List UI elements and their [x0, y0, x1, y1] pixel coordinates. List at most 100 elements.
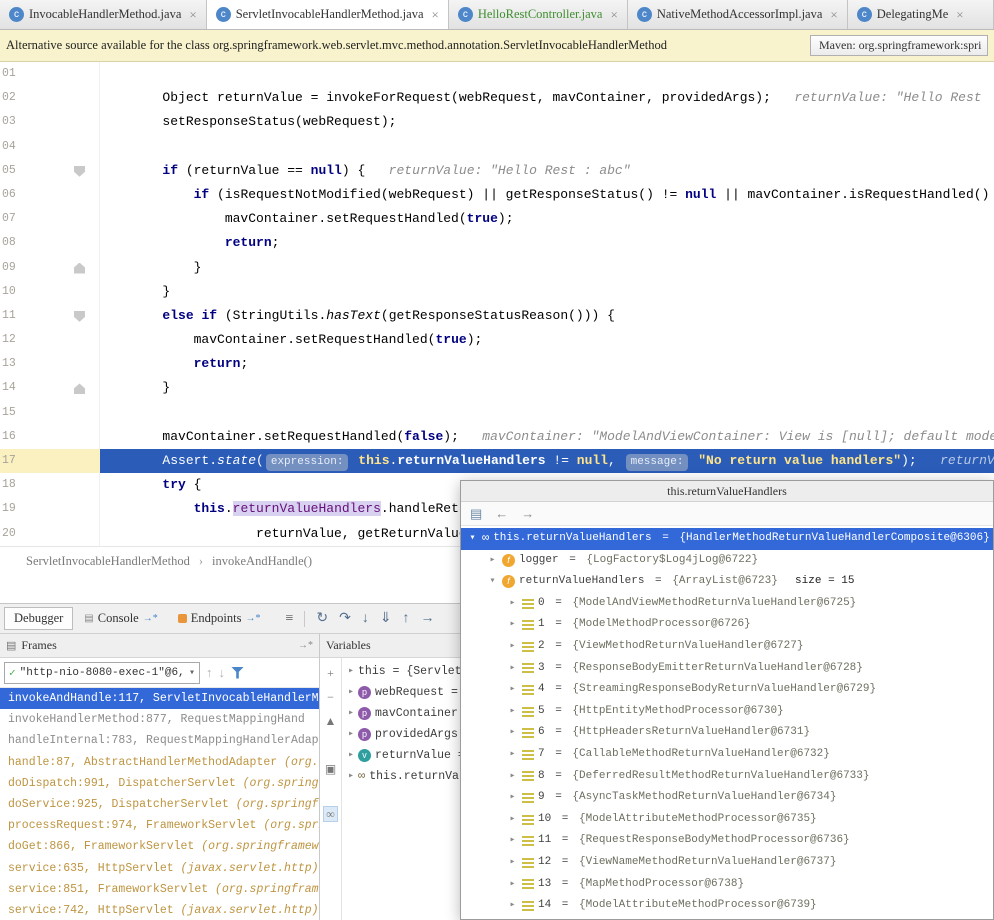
variable-node-row[interactable]: ▾freturnValueHandlers = {ArrayList@6723}…: [461, 571, 993, 593]
code-token[interactable]: if: [162, 163, 178, 178]
code-token[interactable]: [100, 308, 162, 323]
variable-node-row[interactable]: ▸6 = {HttpHeadersReturnValueHandler@6731…: [461, 722, 993, 744]
chevron-right-icon[interactable]: ▸: [348, 745, 354, 766]
chevron-right-icon[interactable]: ▸: [348, 661, 354, 682]
banner-source-select[interactable]: Maven: org.springframework:spri: [810, 35, 988, 56]
tab-close-icon[interactable]: ×: [610, 7, 617, 23]
chevron-right-icon[interactable]: ▸: [348, 724, 354, 745]
variable-node-row[interactable]: ▸0 = {ModelAndViewMethodReturnValueHandl…: [461, 593, 993, 615]
variable-node-row[interactable]: ▸7 = {CallableMethodReturnValueHandler@6…: [461, 744, 993, 766]
add-watch-icon[interactable]: +: [327, 666, 334, 681]
force-step-into-icon[interactable]: ⇓: [380, 610, 392, 627]
code-token[interactable]: try: [162, 477, 185, 492]
code-token[interactable]: true: [467, 211, 498, 226]
chevron-right-icon[interactable]: ▸: [507, 614, 518, 636]
code-token[interactable]: !=: [546, 453, 577, 468]
variable-node-row[interactable]: ▸4 = {StreamingResponseBodyReturnValueHa…: [461, 679, 993, 701]
tab-close-icon[interactable]: ×: [189, 7, 196, 23]
editor-gutter[interactable]: 16: [0, 425, 100, 449]
code-token[interactable]: }: [100, 284, 170, 299]
variable-node-row[interactable]: ▸12 = {ViewNameMethodReturnValueHandler@…: [461, 852, 993, 874]
code-content[interactable]: }: [100, 376, 994, 400]
frame-row[interactable]: doGet:866, FrameworkServlet (org.springf…: [0, 836, 319, 857]
code-content[interactable]: Assert.state(expression: this.returnValu…: [100, 449, 994, 473]
editor-gutter[interactable]: 07: [0, 207, 100, 231]
code-token[interactable]: null: [311, 163, 342, 178]
move-up-icon[interactable]: ↑: [206, 665, 213, 681]
chevron-right-icon[interactable]: ▸: [507, 722, 518, 744]
chevron-right-icon[interactable]: ▸: [348, 703, 354, 724]
code-content[interactable]: mavContainer.setRequestHandled(false); m…: [100, 425, 994, 449]
frame-row[interactable]: invokeAndHandle:117, ServletInvocableHan…: [0, 688, 319, 709]
code-token[interactable]: (getResponseStatusReason())) {: [381, 308, 615, 323]
chevron-right-icon[interactable]: ▸: [507, 895, 518, 917]
editor-tab[interactable]: cNativeMethodAccessorImpl.java×: [628, 0, 848, 29]
chevron-right-icon[interactable]: ▸: [507, 830, 518, 852]
code-token[interactable]: );: [901, 453, 917, 468]
chevron-down-icon[interactable]: ▾: [487, 571, 498, 593]
editor-tab[interactable]: cDelegatingMe×: [848, 0, 994, 29]
chevron-right-icon[interactable]: ▸: [507, 874, 518, 896]
variable-node-row[interactable]: ▸11 = {RequestResponseBodyMethodProcesso…: [461, 830, 993, 852]
forward-icon[interactable]: →: [521, 506, 534, 522]
variable-node-row[interactable]: ▸14 = {ModelAttributeMethodProcessor@673…: [461, 895, 993, 917]
editor-gutter[interactable]: 08: [0, 231, 100, 255]
frame-row[interactable]: doService:925, DispatcherServlet (org.sp…: [0, 794, 319, 815]
code-token[interactable]: .: [225, 501, 233, 516]
code-token[interactable]: ,: [608, 453, 624, 468]
step-over-icon[interactable]: ↷: [339, 610, 351, 627]
code-token[interactable]: mavContainer.setRequestHandled(: [100, 332, 435, 347]
thread-selector[interactable]: ✓ "http-nio-8080-exec-1"@6,... ▾: [4, 662, 200, 684]
code-token[interactable]: else: [162, 308, 193, 323]
editor-gutter[interactable]: 15: [0, 401, 100, 425]
code-token[interactable]: mavContainer.setRequestHandled(: [100, 429, 404, 444]
code-token[interactable]: false: [404, 429, 443, 444]
tab-console[interactable]: ▤Console→*: [75, 608, 166, 629]
editor-gutter[interactable]: 06: [0, 183, 100, 207]
code-content[interactable]: mavContainer.setRequestHandled(true);: [100, 328, 994, 352]
code-token[interactable]: ;: [240, 356, 248, 371]
code-content[interactable]: }: [100, 256, 994, 280]
code-token[interactable]: this: [358, 453, 389, 468]
code-content[interactable]: if (isRequestNotModified(webRequest) || …: [100, 183, 994, 207]
code-token[interactable]: (returnValue ==: [178, 163, 311, 178]
fold-region-start-icon[interactable]: [74, 166, 85, 177]
chevron-right-icon[interactable]: ▸: [507, 809, 518, 831]
editor-gutter[interactable]: 12: [0, 328, 100, 352]
editor-gutter[interactable]: 13: [0, 352, 100, 376]
code-token[interactable]: [100, 477, 162, 492]
frame-row[interactable]: service:635, HttpServlet (javax.servlet.…: [0, 858, 319, 879]
editor-gutter[interactable]: 01: [0, 62, 100, 86]
editor-gutter[interactable]: 05: [0, 159, 100, 183]
editor-gutter[interactable]: 18: [0, 473, 100, 497]
code-content[interactable]: [100, 135, 994, 159]
chevron-right-icon[interactable]: ▸: [507, 701, 518, 723]
editor-gutter[interactable]: 02: [0, 86, 100, 110]
code-token[interactable]: );: [443, 429, 459, 444]
code-token[interactable]: }: [100, 380, 170, 395]
code-token[interactable]: [100, 187, 194, 202]
hamburger-menu-icon[interactable]: ≡: [285, 611, 293, 627]
chevron-right-icon[interactable]: ▸: [507, 852, 518, 874]
code-token[interactable]: .handleRetu: [381, 501, 467, 516]
code-token[interactable]: [100, 235, 225, 250]
code-editor[interactable]: 0102 Object returnValue = invokeForReque…: [0, 62, 994, 546]
move-watch-up-icon[interactable]: ▲: [325, 714, 337, 729]
breadcrumb-class[interactable]: ServletInvocableHandlerMethod: [26, 554, 190, 569]
show-execution-point-icon[interactable]: ↻: [316, 610, 328, 627]
code-token[interactable]: ;: [272, 235, 280, 250]
code-token[interactable]: return: [194, 356, 241, 371]
code-token[interactable]: returnValueHandlers: [233, 501, 381, 516]
editor-gutter[interactable]: 11: [0, 304, 100, 328]
chevron-right-icon[interactable]: ▸: [487, 550, 498, 572]
editor-gutter[interactable]: 10: [0, 280, 100, 304]
editor-gutter[interactable]: 20: [0, 522, 100, 546]
code-content[interactable]: setResponseStatus(webRequest);: [100, 110, 994, 134]
frame-row[interactable]: invokeHandlerMethod:877, RequestMappingH…: [0, 709, 319, 730]
tab-close-icon[interactable]: ×: [432, 7, 439, 23]
editor-gutter[interactable]: 14: [0, 376, 100, 400]
code-token[interactable]: Assert.: [100, 453, 217, 468]
code-token[interactable]: );: [467, 332, 483, 347]
code-content[interactable]: mavContainer.setRequestHandled(true);: [100, 207, 994, 231]
variable-node-row[interactable]: ▸10 = {ModelAttributeMethodProcessor@673…: [461, 809, 993, 831]
